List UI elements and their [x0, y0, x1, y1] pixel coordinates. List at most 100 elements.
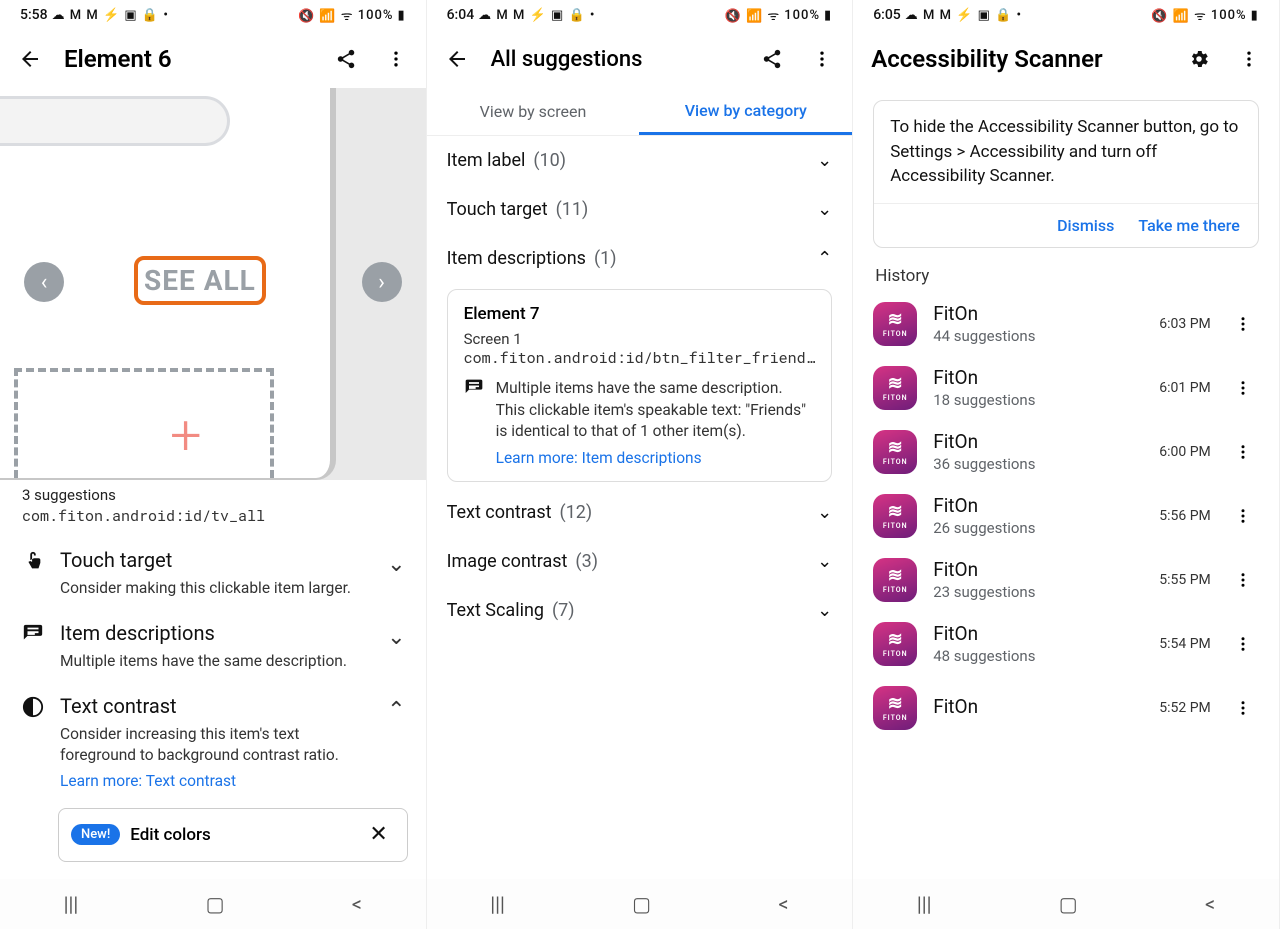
status-bar: 6:04 ☁ M M ⚡ ▣ 🔒 • 🔇 📶 ᯤ 100% ▮ [427, 0, 853, 30]
dismiss-button[interactable]: Dismiss [1057, 216, 1114, 235]
info-card: To hide the Accessibility Scanner button… [873, 100, 1259, 248]
status-system-icons: 🔇 📶 ᯤ [298, 6, 354, 24]
app-icon: ≋FITON [873, 494, 917, 538]
status-system-icons: 🔇 📶 ᯤ [725, 6, 781, 24]
preview-next-button[interactable]: › [362, 262, 402, 302]
history-row[interactable]: ≋FITONFitOn26 suggestions5:56 PM [853, 484, 1279, 548]
back-button[interactable] [14, 43, 46, 75]
more-vert-icon [1234, 315, 1252, 333]
description-icon [464, 378, 484, 467]
history-more-button[interactable] [1227, 436, 1259, 468]
app-icon: ≋FITON [873, 686, 917, 730]
history-more-button[interactable] [1227, 628, 1259, 660]
close-button[interactable]: ✕ [363, 819, 395, 851]
history-suggestions: 18 suggestions [933, 391, 1143, 409]
suggestion-item-descriptions[interactable]: Item descriptions Multiple items have th… [0, 607, 426, 680]
status-system-icons: 🔇 📶 ᯤ [1151, 6, 1207, 24]
history-more-button[interactable] [1227, 308, 1259, 340]
category-count: (1) [594, 248, 617, 269]
app-icon: ≋FITON [873, 366, 917, 410]
history-more-button[interactable] [1227, 500, 1259, 532]
history-row[interactable]: ≋FITONFitOn36 suggestions6:00 PM [853, 420, 1279, 484]
recents-button[interactable]: ||| [917, 892, 932, 916]
suggestion-touch-target[interactable]: Touch target Consider making this clicka… [0, 534, 426, 607]
history-more-button[interactable] [1227, 692, 1259, 724]
category-count: (3) [575, 551, 598, 572]
share-icon [335, 48, 357, 70]
history-row[interactable]: ≋FITON FitOn 44 suggestions 6:03 PM [853, 292, 1279, 356]
suggestion-title: Touch target [60, 548, 373, 572]
preview-blob [0, 96, 230, 146]
history-suggestions: 44 suggestions [933, 327, 1143, 345]
chevron-up-icon: ⌃ [817, 248, 832, 269]
recents-button[interactable]: ||| [64, 892, 79, 916]
learn-more-link[interactable]: Learn more: Item descriptions [496, 449, 702, 467]
tab-view-by-screen[interactable]: View by screen [427, 88, 640, 135]
recents-button[interactable]: ||| [490, 892, 505, 916]
history-app-name: FitOn [933, 430, 1143, 453]
history-row[interactable]: ≋FITONFitOn23 suggestions5:55 PM [853, 548, 1279, 612]
history-more-button[interactable] [1227, 564, 1259, 596]
history-time: 6:03 PM [1159, 316, 1211, 332]
share-button[interactable] [330, 43, 362, 75]
settings-button[interactable] [1183, 43, 1215, 75]
preview-prev-button[interactable]: ‹ [24, 262, 64, 302]
learn-more-link[interactable]: Learn more: Text contrast [60, 772, 236, 790]
tab-view-by-category[interactable]: View by category [639, 88, 852, 135]
category-item-descriptions[interactable]: Item descriptions (1) ⌃ [427, 234, 853, 283]
edit-colors-card[interactable]: New! Edit colors ✕ [58, 808, 408, 862]
more-vert-icon [812, 49, 832, 69]
chevron-down-icon: ⌄ [817, 551, 832, 572]
card-resource-id: com.fiton.android:id/btn_filter_friend.. [464, 348, 816, 368]
home-button[interactable]: ▢ [1059, 892, 1078, 916]
battery-icon: ▮ [824, 8, 832, 23]
history-more-button[interactable] [1227, 372, 1259, 404]
category-label: Item descriptions [447, 248, 586, 269]
history-row[interactable]: ≋FITONFitOn18 suggestions6:01 PM [853, 356, 1279, 420]
app-icon: ≋FITON [873, 622, 917, 666]
system-nav-bar: ||| ▢ < [853, 879, 1279, 929]
status-battery: 100% [1211, 8, 1247, 23]
home-button[interactable]: ▢ [206, 892, 225, 916]
app-icon: ≋FITON [873, 302, 917, 346]
chevron-down-icon: ⌄ [817, 600, 832, 621]
share-button[interactable] [756, 43, 788, 75]
history-suggestions: 48 suggestions [933, 647, 1143, 665]
back-nav-button[interactable]: < [778, 892, 788, 916]
history-app-name: FitOn [933, 494, 1143, 517]
history-suggestions: 26 suggestions [933, 519, 1143, 537]
category-item-label[interactable]: Item label (10) ⌄ [427, 136, 853, 185]
more-vert-icon [1234, 699, 1252, 717]
chevron-down-icon: ⌄ [817, 199, 832, 220]
arrow-left-icon [18, 47, 42, 71]
more-vert-icon [1234, 507, 1252, 525]
suggestion-text-contrast[interactable]: Text contrast Consider increasing this i… [0, 680, 426, 798]
close-icon: ✕ [369, 822, 387, 847]
more-button[interactable] [380, 43, 412, 75]
back-nav-button[interactable]: < [1205, 892, 1215, 916]
category-image-contrast[interactable]: Image contrast (3) ⌄ [427, 537, 853, 586]
chevron-up-icon: ⌃ [387, 694, 405, 723]
screen-scanner-home: 6:05 ☁ M M ⚡ ▣ 🔒 • 🔇 📶 ᯤ 100% ▮ Accessib… [853, 0, 1280, 929]
more-button[interactable] [806, 43, 838, 75]
back-button[interactable] [441, 43, 473, 75]
more-vert-icon [1234, 571, 1252, 589]
more-button[interactable] [1233, 43, 1265, 75]
history-app-name: FitOn [933, 302, 1143, 325]
plus-icon: + [170, 402, 202, 468]
back-nav-button[interactable]: < [352, 892, 362, 916]
view-tabs: View by screen View by category [427, 88, 853, 136]
card-screen: Screen 1 [464, 330, 816, 348]
suggestion-card[interactable]: Element 7 Screen 1 com.fiton.android:id/… [447, 289, 833, 482]
category-touch-target[interactable]: Touch target (11) ⌄ [427, 185, 853, 234]
take-me-there-button[interactable]: Take me there [1138, 216, 1239, 235]
category-text-scaling[interactable]: Text Scaling (7) ⌄ [427, 586, 853, 635]
preview-dashed-area [14, 368, 274, 478]
history-row[interactable]: ≋FITONFitOn5:52 PM [853, 676, 1279, 740]
home-button[interactable]: ▢ [632, 892, 651, 916]
category-label: Item label [447, 150, 526, 171]
category-text-contrast[interactable]: Text contrast (12) ⌄ [427, 488, 853, 537]
history-row[interactable]: ≋FITONFitOn48 suggestions5:54 PM [853, 612, 1279, 676]
status-bar: 5:58 ☁ M M ⚡ ▣ 🔒 • 🔇 📶 ᯤ 100% ▮ [0, 0, 426, 30]
category-label: Text contrast [447, 502, 552, 523]
